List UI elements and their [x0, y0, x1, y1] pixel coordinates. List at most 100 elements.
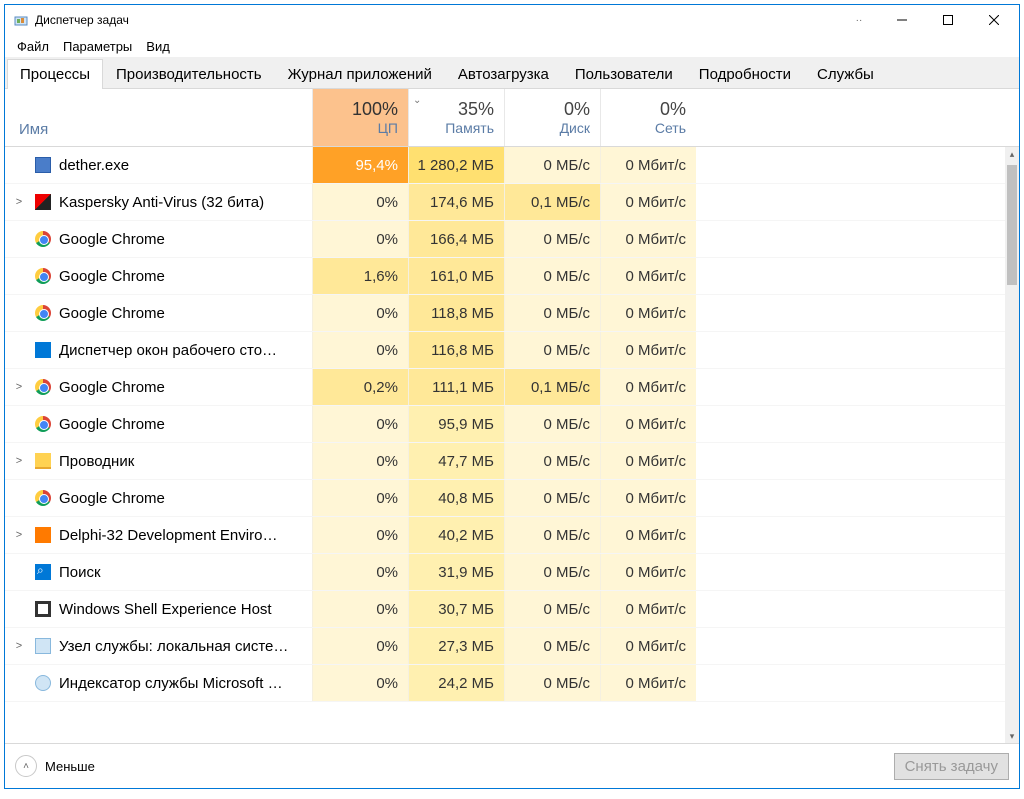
process-name: Kaspersky Anti-Virus (32 бита) — [53, 194, 312, 211]
table-row[interactable]: >Kaspersky Anti-Virus (32 бита)0%174,6 М… — [5, 184, 1005, 221]
process-name: Google Chrome — [53, 268, 312, 285]
maximize-button[interactable] — [925, 5, 971, 35]
cpu-label: ЦП — [378, 120, 398, 136]
process-icon — [33, 379, 53, 395]
tab-performance[interactable]: Производительность — [103, 59, 275, 89]
task-manager-window: Диспетчер задач ·· Файл Параметры Вид Пр… — [4, 4, 1020, 789]
sort-indicator-icon: ⌄ — [413, 95, 421, 106]
tab-services[interactable]: Службы — [804, 59, 887, 89]
scroll-track[interactable] — [1005, 161, 1019, 729]
scroll-down-icon[interactable]: ▾ — [1005, 729, 1019, 743]
tab-details[interactable]: Подробности — [686, 59, 804, 89]
fewer-details-label: Меньше — [45, 759, 95, 774]
network-cell: 0 Мбит/с — [600, 332, 696, 368]
net-label: Сеть — [655, 120, 686, 136]
tab-processes[interactable]: Процессы — [7, 59, 103, 89]
tab-startup[interactable]: Автозагрузка — [445, 59, 562, 89]
process-icon — [33, 490, 53, 506]
process-name: Windows Shell Experience Host — [53, 601, 312, 618]
process-name: Google Chrome — [53, 490, 312, 507]
net-pct: 0% — [660, 99, 686, 120]
menubar: Файл Параметры Вид — [5, 35, 1019, 57]
cpu-cell: 0% — [312, 591, 408, 627]
process-name: Google Chrome — [53, 305, 312, 322]
memory-cell: 116,8 МБ — [408, 332, 504, 368]
minimize-button[interactable] — [879, 5, 925, 35]
scroll-thumb[interactable] — [1007, 165, 1017, 285]
vertical-scrollbar[interactable]: ▴ ▾ — [1005, 147, 1019, 743]
disk-cell: 0 МБ/с — [504, 332, 600, 368]
network-cell: 0 Мбит/с — [600, 147, 696, 183]
tab-app-history[interactable]: Журнал приложений — [275, 59, 445, 89]
cpu-cell: 0% — [312, 443, 408, 479]
titlebar[interactable]: Диспетчер задач ·· — [5, 5, 1019, 35]
table-row[interactable]: >Delphi-32 Development Enviro…0%40,2 МБ0… — [5, 517, 1005, 554]
process-name: Узел службы: локальная систе… — [53, 638, 312, 655]
window-title: Диспетчер задач — [35, 13, 839, 27]
expand-toggle[interactable]: > — [5, 196, 33, 208]
table-row[interactable]: Поиск0%31,9 МБ0 МБ/с0 Мбит/с — [5, 554, 1005, 591]
expand-toggle[interactable]: > — [5, 529, 33, 541]
mem-pct: 35% — [458, 99, 494, 120]
expand-toggle[interactable]: > — [5, 455, 33, 467]
disk-cell: 0,1 МБ/с — [504, 184, 600, 220]
table-row[interactable]: Google Chrome0%166,4 МБ0 МБ/с0 Мбит/с — [5, 221, 1005, 258]
table-row[interactable]: Windows Shell Experience Host0%30,7 МБ0 … — [5, 591, 1005, 628]
disk-cell: 0 МБ/с — [504, 221, 600, 257]
memory-cell: 27,3 МБ — [408, 628, 504, 664]
process-icon — [33, 157, 53, 173]
tab-users[interactable]: Пользователи — [562, 59, 686, 89]
col-disk[interactable]: 0% Диск — [504, 89, 600, 146]
process-icon — [33, 675, 53, 691]
close-button[interactable] — [971, 5, 1017, 35]
process-name: Delphi-32 Development Enviro… — [53, 527, 312, 544]
col-cpu[interactable]: 100% ЦП — [312, 89, 408, 146]
table-row[interactable]: Диспетчер окон рабочего сто…0%116,8 МБ0 … — [5, 332, 1005, 369]
table-row[interactable]: Google Chrome0%118,8 МБ0 МБ/с0 Мбит/с — [5, 295, 1005, 332]
process-name: Проводник — [53, 453, 312, 470]
memory-cell: 174,6 МБ — [408, 184, 504, 220]
col-network[interactable]: 0% Сеть — [600, 89, 696, 146]
footer: ˄ Меньше Снять задачу — [5, 744, 1019, 788]
memory-cell: 161,0 МБ — [408, 258, 504, 294]
table-row[interactable]: >Проводник0%47,7 МБ0 МБ/с0 Мбит/с — [5, 443, 1005, 480]
menu-view[interactable]: Вид — [140, 37, 176, 56]
expand-toggle[interactable]: > — [5, 640, 33, 652]
table-row[interactable]: Google Chrome1,6%161,0 МБ0 МБ/с0 Мбит/с — [5, 258, 1005, 295]
memory-cell: 31,9 МБ — [408, 554, 504, 590]
memory-cell: 30,7 МБ — [408, 591, 504, 627]
menu-file[interactable]: Файл — [11, 37, 55, 56]
table-row[interactable]: Google Chrome0%40,8 МБ0 МБ/с0 Мбит/с — [5, 480, 1005, 517]
network-cell: 0 Мбит/с — [600, 258, 696, 294]
network-cell: 0 Мбит/с — [600, 406, 696, 442]
cpu-cell: 0% — [312, 406, 408, 442]
cpu-cell: 95,4% — [312, 147, 408, 183]
column-headers: Имя 100% ЦП ⌄ 35% Память 0% Диск 0% Сеть — [5, 89, 1019, 147]
scroll-up-icon[interactable]: ▴ — [1005, 147, 1019, 161]
disk-cell: 0 МБ/с — [504, 665, 600, 701]
end-task-button[interactable]: Снять задачу — [894, 753, 1009, 780]
table-row[interactable]: >Google Chrome0,2%111,1 МБ0,1 МБ/с0 Мбит… — [5, 369, 1005, 406]
table-row[interactable]: Google Chrome0%95,9 МБ0 МБ/с0 Мбит/с — [5, 406, 1005, 443]
process-name: Google Chrome — [53, 416, 312, 433]
tabstrip: Процессы Производительность Журнал прило… — [5, 57, 1019, 89]
col-memory[interactable]: ⌄ 35% Память — [408, 89, 504, 146]
expand-toggle[interactable]: > — [5, 381, 33, 393]
table-row[interactable]: dether.exe95,4%1 280,2 МБ0 МБ/с0 Мбит/с — [5, 147, 1005, 184]
table-row[interactable]: Индексатор службы Microsoft …0%24,2 МБ0 … — [5, 665, 1005, 702]
menu-options[interactable]: Параметры — [57, 37, 138, 56]
network-cell: 0 Мбит/с — [600, 369, 696, 405]
disk-cell: 0 МБ/с — [504, 517, 600, 553]
cpu-pct: 100% — [352, 99, 398, 120]
col-name[interactable]: Имя — [5, 89, 312, 146]
disk-label: Диск — [560, 120, 590, 136]
network-cell: 0 Мбит/с — [600, 554, 696, 590]
disk-pct: 0% — [564, 99, 590, 120]
cpu-cell: 0% — [312, 480, 408, 516]
memory-cell: 118,8 МБ — [408, 295, 504, 331]
cpu-cell: 0% — [312, 221, 408, 257]
fewer-details[interactable]: ˄ Меньше — [15, 755, 95, 777]
table-row[interactable]: >Узел службы: локальная систе…0%27,3 МБ0… — [5, 628, 1005, 665]
process-icon — [33, 564, 53, 580]
cpu-cell: 0% — [312, 665, 408, 701]
